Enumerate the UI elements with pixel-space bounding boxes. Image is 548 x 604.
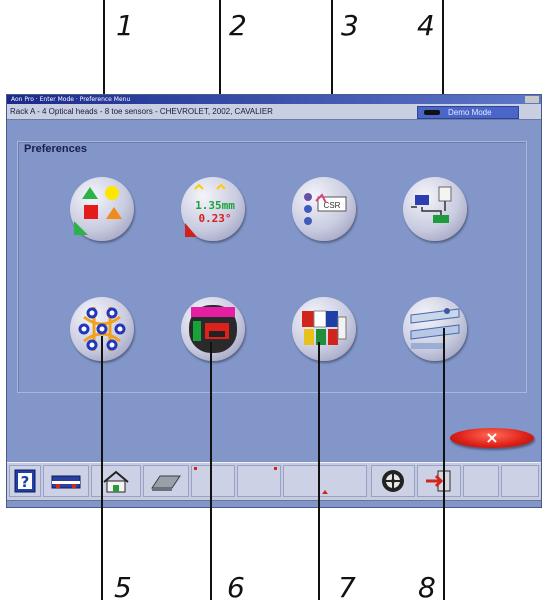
wheel-button[interactable]	[371, 465, 415, 497]
toolbar-slot-1[interactable]	[191, 465, 235, 497]
shop-info-icon	[189, 305, 237, 353]
help-button[interactable]: ?	[9, 465, 41, 497]
mode-label: Demo Mode	[448, 108, 492, 117]
network-icon	[411, 186, 452, 223]
color-preferences-button[interactable]	[70, 177, 134, 241]
keyboard-button[interactable]	[43, 465, 89, 497]
callout-line-5	[101, 336, 103, 600]
home-icon	[103, 470, 129, 493]
units-angle-text: 0.23°	[198, 212, 231, 225]
title-bar: Aon Pro · Enter Mode · Preference Menu	[7, 95, 541, 104]
toolbar-slot-3[interactable]	[283, 465, 367, 497]
alignment-lift-button[interactable]	[403, 297, 467, 361]
wheel-icon	[382, 470, 404, 492]
status-bar: Rack A - 4 Optical heads - 8 toe sensors…	[7, 104, 541, 120]
eraser-button[interactable]	[143, 465, 189, 497]
callout-number-8: 8	[418, 571, 436, 604]
language-button[interactable]	[292, 297, 356, 361]
exit-icon	[426, 470, 451, 492]
callout-number-5: 5	[114, 571, 132, 604]
home-button[interactable]	[91, 465, 141, 497]
printer-setup-icon: CSR	[304, 193, 347, 225]
window-controls[interactable]	[525, 96, 539, 103]
units-button[interactable]: 1.35mm 0.23°	[181, 177, 245, 241]
units-length-text: 1.35mm	[195, 199, 235, 212]
keyboard-icon	[51, 475, 81, 489]
eraser-icon	[151, 475, 181, 491]
marker-icon	[322, 490, 328, 494]
printer-setup-button[interactable]: CSR	[292, 177, 356, 241]
callout-number-6: 6	[227, 571, 245, 604]
exit-button[interactable]	[417, 465, 461, 497]
language-flags-icon	[302, 310, 347, 345]
callout-line-8	[443, 328, 445, 600]
toolbar-slot-2[interactable]	[237, 465, 281, 497]
help-icon: ?	[14, 469, 36, 493]
toolbar-slot-4[interactable]	[463, 465, 499, 497]
marker-icon	[274, 467, 277, 470]
callout-number-2: 2	[229, 9, 247, 42]
vehicle-status-text: Rack A - 4 Optical heads - 8 toe sensors…	[10, 107, 273, 116]
color-shapes-icon	[74, 186, 122, 235]
callout-line-6	[210, 342, 212, 600]
toolbar-slot-5[interactable]	[501, 465, 539, 497]
window-title: Aon Pro · Enter Mode · Preference Menu	[11, 96, 131, 103]
callout-number-7: 7	[338, 571, 356, 604]
preferences-title: Preferences	[24, 143, 87, 155]
callout-line-7	[318, 342, 320, 600]
shop-info-button[interactable]	[181, 297, 245, 361]
callout-number-3: 3	[341, 9, 359, 42]
close-icon: ×	[485, 428, 499, 447]
close-button[interactable]: ×	[450, 428, 534, 448]
units-icon: 1.35mm 0.23°	[185, 183, 235, 237]
callout-number-1: 1	[116, 9, 134, 42]
marker-icon	[194, 467, 197, 470]
callout-number-4: 4	[417, 9, 435, 42]
help-glyph: ?	[21, 473, 30, 491]
network-button[interactable]	[403, 177, 467, 241]
car-icon	[424, 110, 440, 115]
bottom-toolbar: ?	[7, 462, 541, 501]
alignment-lift-icon	[410, 308, 460, 349]
mode-badge: Demo Mode	[417, 106, 519, 119]
